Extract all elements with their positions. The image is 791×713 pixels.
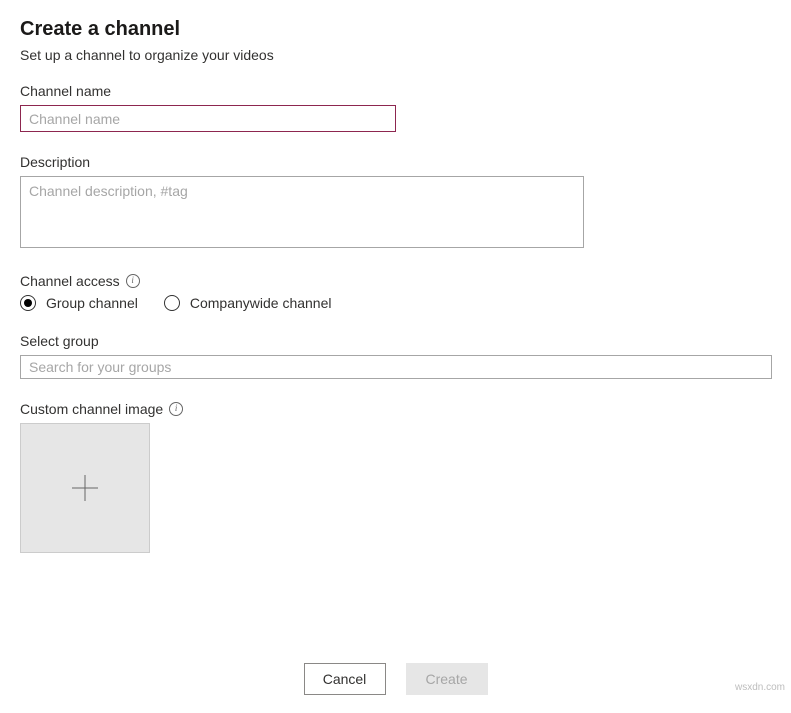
select-group-input[interactable] [20, 355, 772, 379]
image-upload-button[interactable] [20, 423, 150, 553]
create-button[interactable]: Create [406, 663, 488, 695]
select-group-label: Select group [20, 333, 771, 349]
info-icon[interactable]: i [126, 274, 140, 288]
custom-image-field: Custom channel image i [20, 401, 771, 553]
radio-companywide-channel[interactable]: Companywide channel [164, 295, 332, 311]
channel-name-input[interactable] [20, 105, 396, 132]
page-subtitle: Set up a channel to organize your videos [20, 47, 771, 63]
radio-company-label: Companywide channel [190, 295, 332, 311]
radio-circle-icon [20, 295, 36, 311]
select-group-field: Select group [20, 333, 771, 379]
radio-group-label: Group channel [46, 295, 138, 311]
radio-circle-icon [164, 295, 180, 311]
cancel-button[interactable]: Cancel [304, 663, 386, 695]
description-input[interactable] [20, 176, 584, 248]
watermark: wsxdn.com [735, 682, 785, 693]
radio-group-channel[interactable]: Group channel [20, 295, 138, 311]
page-title: Create a channel [20, 18, 771, 41]
channel-name-label: Channel name [20, 83, 771, 99]
plus-icon [72, 475, 98, 501]
custom-image-label: Custom channel image [20, 401, 163, 417]
channel-name-field: Channel name [20, 83, 771, 132]
description-label: Description [20, 154, 771, 170]
action-buttons: Cancel Create [20, 663, 771, 695]
channel-access-label: Channel access [20, 273, 120, 289]
info-icon[interactable]: i [169, 402, 183, 416]
description-field: Description [20, 154, 771, 251]
channel-access-field: Channel access i Group channel Companywi… [20, 273, 771, 311]
